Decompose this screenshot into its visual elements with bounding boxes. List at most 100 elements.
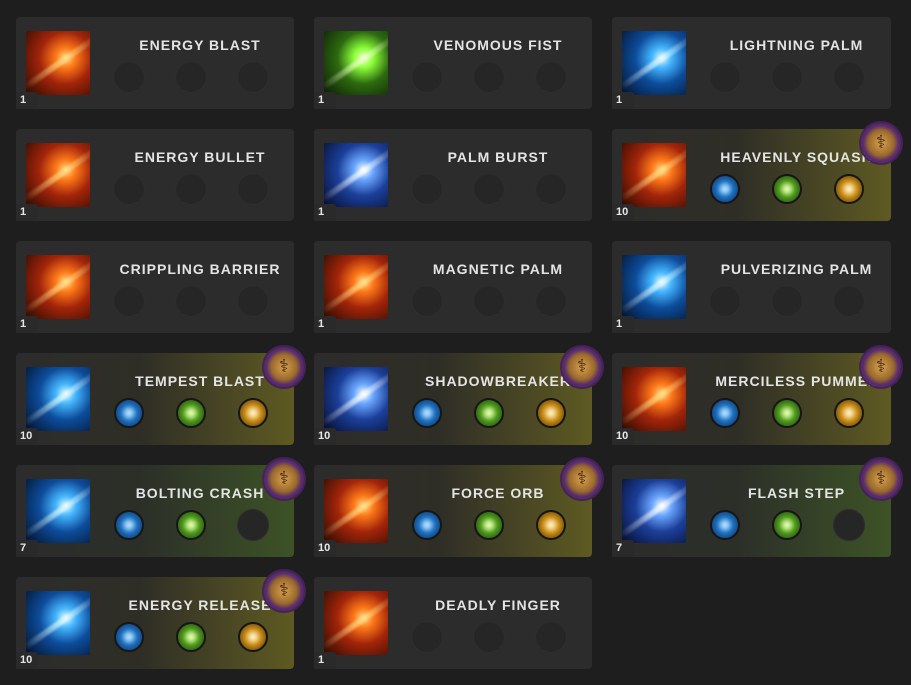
rune-badge-icon[interactable]: ⚕ — [861, 459, 901, 499]
tripod-empty-slot[interactable] — [175, 61, 207, 93]
skill-card[interactable]: 10 MERCILESS PUMMEL ⚕ — [612, 347, 901, 445]
tripod-empty-slot[interactable] — [771, 285, 803, 317]
skill-art-streak — [324, 257, 388, 315]
tripod-blue-icon[interactable] — [114, 398, 144, 428]
skill-icon — [324, 143, 388, 207]
tripod-blue-icon[interactable] — [710, 510, 740, 540]
skill-icon — [622, 31, 686, 95]
skill-icon — [324, 367, 388, 431]
skill-level: 1 — [612, 316, 634, 333]
tripod-slots — [411, 285, 567, 317]
skill-card[interactable]: 1 DEADLY FINGER — [314, 577, 592, 669]
tripod-empty-slot[interactable] — [113, 61, 145, 93]
skill-level: 10 — [16, 652, 38, 669]
tripod-empty-slot[interactable] — [473, 61, 505, 93]
skill-card[interactable]: 7 BOLTING CRASH ⚕ — [16, 459, 304, 557]
tripod-slots — [411, 397, 567, 429]
tripod-blue-icon[interactable] — [114, 622, 144, 652]
tripod-slots — [411, 173, 567, 205]
tripod-yellow-icon[interactable] — [238, 622, 268, 652]
tripod-slots — [113, 285, 269, 317]
skill-art-streak — [26, 369, 90, 427]
tripod-yellow-icon[interactable] — [536, 510, 566, 540]
tripod-empty-slot[interactable] — [237, 173, 269, 205]
tripod-empty-slot[interactable] — [473, 285, 505, 317]
tripod-empty-slot[interactable] — [709, 61, 741, 93]
skill-card[interactable]: 10 HEAVENLY SQUASH ⚕ — [612, 123, 901, 221]
skill-card[interactable]: 10 ENERGY RELEASE ⚕ — [16, 571, 304, 669]
tripod-yellow-icon[interactable] — [238, 398, 268, 428]
rune-badge-icon[interactable]: ⚕ — [861, 123, 901, 163]
tripod-empty-slot[interactable] — [473, 173, 505, 205]
skill-card[interactable]: 1 PULVERIZING PALM — [612, 241, 891, 333]
tripod-empty-slot[interactable] — [411, 621, 443, 653]
skill-art-streak — [324, 369, 388, 427]
skill-card[interactable]: 1 MAGNETIC PALM — [314, 241, 592, 333]
tripod-empty-slot[interactable] — [535, 621, 567, 653]
skill-card[interactable]: 7 FLASH STEP ⚕ — [612, 459, 901, 557]
skill-name: PULVERIZING PALM — [720, 261, 873, 277]
tripod-empty-slot[interactable] — [411, 173, 443, 205]
tripod-slots — [709, 173, 865, 205]
tripod-empty-slot[interactable] — [237, 509, 269, 541]
tripod-green-icon[interactable] — [176, 398, 206, 428]
rune-badge-icon[interactable]: ⚕ — [264, 347, 304, 387]
skill-card[interactable]: 1 LIGHTNING PALM — [612, 17, 891, 109]
tripod-empty-slot[interactable] — [411, 61, 443, 93]
skill-level: 1 — [314, 316, 336, 333]
skill-art-streak — [622, 33, 686, 91]
tripod-yellow-icon[interactable] — [834, 398, 864, 428]
tripod-blue-icon[interactable] — [710, 398, 740, 428]
tripod-empty-slot[interactable] — [535, 285, 567, 317]
tripod-empty-slot[interactable] — [833, 61, 865, 93]
tripod-empty-slot[interactable] — [411, 285, 443, 317]
tripod-empty-slot[interactable] — [709, 285, 741, 317]
tripod-blue-icon[interactable] — [114, 510, 144, 540]
skill-card[interactable]: 10 TEMPEST BLAST ⚕ — [16, 347, 304, 445]
skill-card[interactable]: 1 ENERGY BLAST — [16, 17, 294, 109]
skill-card[interactable]: 10 SHADOWBREAKER ⚕ — [314, 347, 602, 445]
skill-art-streak — [324, 481, 388, 539]
skill-card[interactable]: 1 ENERGY BULLET — [16, 129, 294, 221]
tripod-empty-slot[interactable] — [113, 285, 145, 317]
tripod-green-icon[interactable] — [772, 510, 802, 540]
rune-badge-icon[interactable]: ⚕ — [264, 571, 304, 611]
tripod-green-icon[interactable] — [176, 622, 206, 652]
tripod-empty-slot[interactable] — [833, 285, 865, 317]
tripod-empty-slot[interactable] — [771, 61, 803, 93]
rune-badge-icon[interactable]: ⚕ — [562, 459, 602, 499]
rune-badge-icon[interactable]: ⚕ — [264, 459, 304, 499]
tripod-blue-icon[interactable] — [412, 510, 442, 540]
tripod-green-icon[interactable] — [772, 398, 802, 428]
skill-level: 1 — [16, 204, 38, 221]
tripod-yellow-icon[interactable] — [536, 398, 566, 428]
skill-name: DEADLY FINGER — [435, 597, 561, 613]
rune-badge-icon[interactable]: ⚕ — [861, 347, 901, 387]
skill-name: PALM BURST — [447, 149, 549, 165]
tripod-empty-slot[interactable] — [833, 509, 865, 541]
tripod-empty-slot[interactable] — [175, 285, 207, 317]
tripod-blue-icon[interactable] — [710, 174, 740, 204]
skill-card[interactable]: 10 FORCE ORB ⚕ — [314, 459, 602, 557]
tripod-empty-slot[interactable] — [535, 173, 567, 205]
tripod-empty-slot[interactable] — [237, 285, 269, 317]
skill-card[interactable]: 1 CRIPPLING BARRIER — [16, 241, 294, 333]
tripod-empty-slot[interactable] — [473, 621, 505, 653]
skill-art-streak — [26, 257, 90, 315]
tripod-green-icon[interactable] — [474, 398, 504, 428]
tripod-green-icon[interactable] — [176, 510, 206, 540]
tripod-empty-slot[interactable] — [535, 61, 567, 93]
tripod-green-icon[interactable] — [474, 510, 504, 540]
tripod-blue-icon[interactable] — [412, 398, 442, 428]
skill-card[interactable]: 1 PALM BURST — [314, 129, 592, 221]
skill-card[interactable]: 1 VENOMOUS FIST — [314, 17, 592, 109]
tripod-slots — [709, 397, 865, 429]
skill-level: 10 — [314, 540, 336, 557]
rune-badge-icon[interactable]: ⚕ — [562, 347, 602, 387]
tripod-empty-slot[interactable] — [113, 173, 145, 205]
tripod-empty-slot[interactable] — [237, 61, 269, 93]
tripod-empty-slot[interactable] — [175, 173, 207, 205]
tripod-slots — [709, 61, 865, 93]
tripod-green-icon[interactable] — [772, 174, 802, 204]
tripod-yellow-icon[interactable] — [834, 174, 864, 204]
